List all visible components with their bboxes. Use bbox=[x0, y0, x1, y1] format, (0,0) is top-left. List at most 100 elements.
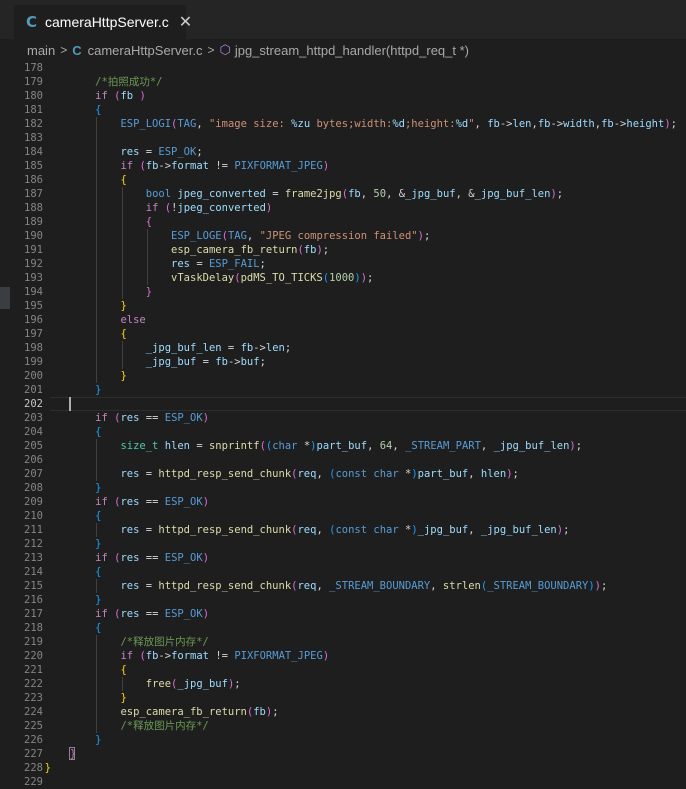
code-line[interactable]: if (res == ESP_OK) bbox=[45, 411, 209, 425]
indent-guide bbox=[121, 677, 123, 691]
indent-guide bbox=[96, 439, 98, 481]
code-line[interactable]: } bbox=[45, 761, 51, 775]
code-line[interactable]: { bbox=[45, 663, 126, 677]
code-line[interactable]: } bbox=[45, 299, 126, 313]
code-line[interactable]: } bbox=[45, 537, 101, 551]
line-number: 181 bbox=[24, 104, 43, 116]
code-line[interactable]: { bbox=[45, 425, 101, 439]
current-line-highlight bbox=[50, 397, 686, 411]
line-number: 216 bbox=[24, 594, 43, 606]
tab-label: cameraHttpServer.c bbox=[45, 14, 169, 30]
line-number: 199 bbox=[24, 356, 43, 368]
line-number: 202 bbox=[24, 398, 43, 410]
breadcrumb: main > C cameraHttpServer.c > ⬡ jpg_stre… bbox=[0, 39, 686, 61]
code-line[interactable]: { bbox=[45, 509, 101, 523]
code-line[interactable]: /*释放图片内存*/ bbox=[45, 719, 208, 733]
code-line[interactable]: { bbox=[45, 103, 101, 117]
code-line[interactable]: if (fb ) bbox=[45, 89, 146, 103]
line-number: 179 bbox=[24, 76, 43, 88]
code-line[interactable]: free(_jpg_buf); bbox=[45, 677, 241, 691]
breadcrumb-file[interactable]: cameraHttpServer.c bbox=[88, 43, 203, 58]
line-number: 197 bbox=[24, 328, 43, 340]
breadcrumb-symbol[interactable]: jpg_stream_httpd_handler(httpd_req_t *) bbox=[235, 43, 469, 58]
code-line[interactable]: ESP_LOGE(TAG, "JPEG compression failed")… bbox=[45, 229, 430, 243]
line-number: 228 bbox=[24, 762, 43, 774]
line-number: 190 bbox=[24, 230, 43, 242]
code-line[interactable]: if (res == ESP_OK) bbox=[45, 551, 209, 565]
line-number: 215 bbox=[24, 580, 43, 592]
code-line[interactable]: res = httpd_resp_send_chunk(req, (const … bbox=[45, 467, 518, 481]
line-number: 182 bbox=[24, 118, 43, 130]
code-line[interactable]: } bbox=[45, 593, 101, 607]
code-line[interactable]: _jpg_buf_len = fb->len; bbox=[45, 341, 291, 355]
line-number: 218 bbox=[24, 622, 43, 634]
vertical-scrollbar[interactable] bbox=[672, 61, 686, 787]
code-line[interactable]: else bbox=[45, 313, 145, 327]
tab-camerahttpserver[interactable]: C cameraHttpServer.c ✕ bbox=[14, 5, 192, 39]
line-number: 188 bbox=[24, 202, 43, 214]
line-number: 200 bbox=[24, 370, 43, 382]
code-line[interactable]: vTaskDelay(pdMS_TO_TICKS(1000)); bbox=[45, 271, 373, 285]
code-line[interactable]: } bbox=[45, 481, 101, 495]
line-number: 201 bbox=[24, 384, 43, 396]
code-line[interactable]: } bbox=[45, 691, 126, 705]
line-number: 178 bbox=[24, 62, 43, 74]
line-number: 217 bbox=[24, 608, 43, 620]
code-line[interactable]: esp_camera_fb_return(fb); bbox=[45, 705, 278, 719]
line-number: 198 bbox=[24, 342, 43, 354]
indent-guide bbox=[121, 187, 123, 299]
c-file-icon: C bbox=[26, 13, 38, 31]
code-line[interactable]: /*释放图片内存*/ bbox=[45, 635, 208, 649]
code-line[interactable]: res = httpd_resp_send_chunk(req, _STREAM… bbox=[45, 579, 607, 593]
line-number: 223 bbox=[24, 692, 43, 704]
text-cursor bbox=[69, 397, 71, 411]
line-number: 212 bbox=[24, 538, 43, 550]
code-line[interactable]: { bbox=[45, 621, 101, 635]
line-number: 211 bbox=[24, 524, 43, 536]
code-line[interactable]: res = ESP_FAIL; bbox=[45, 257, 266, 271]
breadcrumb-folder[interactable]: main bbox=[27, 43, 55, 58]
code-line[interactable]: } bbox=[45, 383, 101, 397]
indent-guide bbox=[96, 523, 98, 537]
line-number: 209 bbox=[24, 496, 43, 508]
line-number: 210 bbox=[24, 510, 43, 522]
line-number: 206 bbox=[24, 454, 43, 466]
code-line[interactable]: if (fb->format != PIXFORMAT_JPEG) bbox=[45, 649, 329, 663]
line-number-gutter: 178 179 180 181 182 183 184 185 186 187 188 189 190 1… bbox=[0, 61, 50, 788]
code-line[interactable]: _jpg_buf = fb->buf; bbox=[45, 355, 266, 369]
code-line[interactable]: res = ESP_OK; bbox=[45, 145, 202, 159]
line-number: 214 bbox=[24, 566, 43, 578]
code-line[interactable]: } bbox=[45, 285, 152, 299]
line-number: 204 bbox=[24, 426, 43, 438]
code-line[interactable]: esp_camera_fb_return(fb); bbox=[45, 243, 329, 257]
line-number: 195 bbox=[24, 300, 43, 312]
line-number: 224 bbox=[24, 706, 43, 718]
code-line[interactable]: if (!jpeg_converted) bbox=[45, 201, 272, 215]
method-cube-icon: ⬡ bbox=[219, 42, 231, 57]
code-line[interactable]: { bbox=[45, 565, 101, 579]
code-line[interactable]: if (res == ESP_OK) bbox=[45, 607, 209, 621]
code-line[interactable]: ESP_LOGI(TAG, "image size: %zu bytes;wid… bbox=[45, 117, 677, 131]
code-line[interactable]: } bbox=[45, 369, 126, 383]
code-editor[interactable]: 178 179 180 181 182 183 184 185 186 187 188 189 190 1… bbox=[0, 61, 686, 788]
line-number: 184 bbox=[24, 146, 43, 158]
code-line[interactable]: /*拍照成功*/ bbox=[45, 75, 162, 89]
code-line[interactable]: size_t hlen = snprintf((char *)part_buf,… bbox=[45, 439, 582, 453]
code-line[interactable]: { bbox=[45, 215, 152, 229]
line-number: 227 bbox=[24, 748, 43, 760]
code-line[interactable]: { bbox=[45, 327, 126, 341]
close-icon[interactable]: ✕ bbox=[179, 14, 192, 30]
code-line[interactable]: res = httpd_resp_send_chunk(req, (const … bbox=[45, 523, 569, 537]
indent-guide bbox=[121, 341, 123, 369]
code-line[interactable]: if (fb->format != PIXFORMAT_JPEG) bbox=[45, 159, 329, 173]
code-line[interactable]: if (res == ESP_OK) bbox=[45, 495, 209, 509]
line-number: 221 bbox=[24, 664, 43, 676]
line-number: 205 bbox=[24, 440, 43, 452]
line-number: 203 bbox=[24, 412, 43, 424]
line-number: 208 bbox=[24, 482, 43, 494]
line-number: 225 bbox=[24, 720, 43, 732]
code-line[interactable]: } bbox=[45, 733, 101, 747]
c-file-icon: C bbox=[72, 42, 82, 58]
code-line[interactable]: { bbox=[45, 173, 126, 187]
indent-guide bbox=[96, 117, 98, 383]
